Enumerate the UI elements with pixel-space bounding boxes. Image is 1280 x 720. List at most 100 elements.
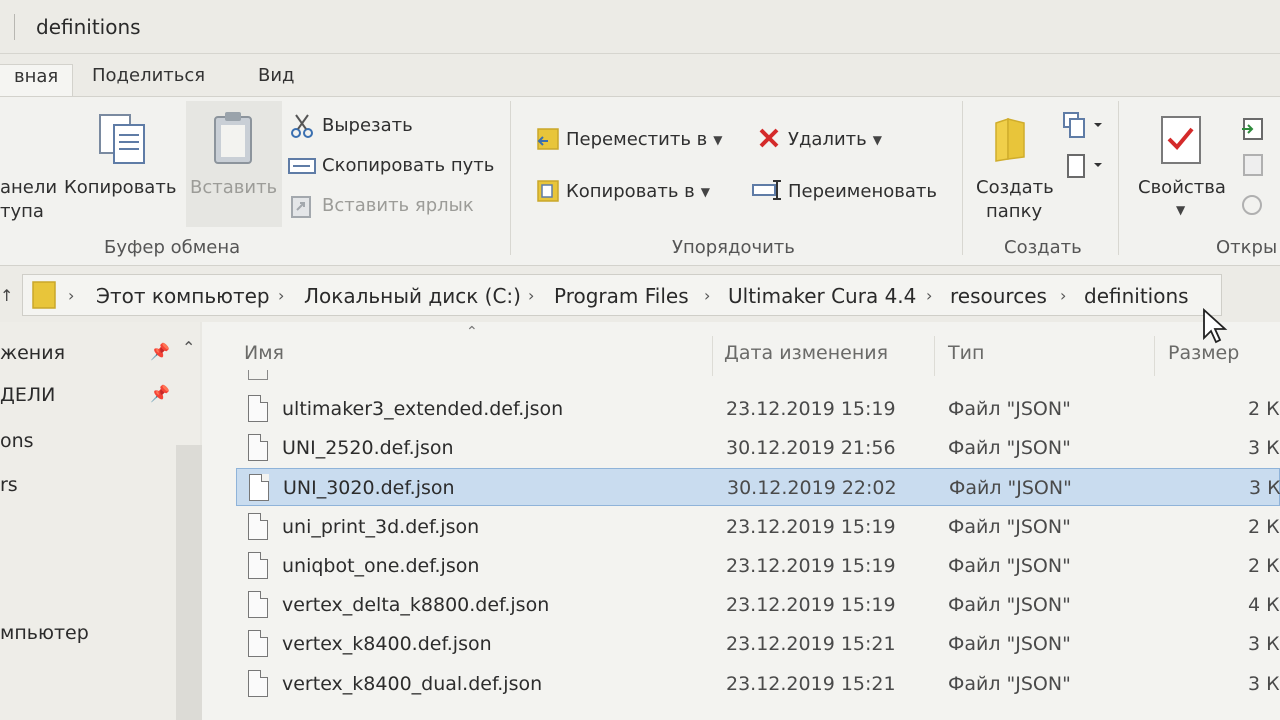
open-icon [1242,118,1263,140]
navigation-pane: жения 📌 ⌃ ДЕЛИ 📌 ons rs мпьютер [0,322,200,720]
file-name: vertex_delta_k8800.def.json [282,594,550,616]
file-date: 23.12.2019 15:19 [726,594,896,616]
copy-to-button[interactable]: Копировать в ▼ [566,181,710,202]
window-title: definitions [36,15,141,39]
file-icon [248,591,268,618]
file-icon [248,513,268,540]
tab-view[interactable]: Вид [244,64,309,96]
column-separator[interactable] [934,336,935,376]
file-size: 2 К [1248,555,1280,577]
chevron-right-icon[interactable]: › [1060,286,1066,305]
tab-home[interactable]: вная [0,64,74,98]
table-row[interactable]: vertex_delta_k8800.def.json 23.12.2019 1… [236,586,1280,624]
folder-icon [32,281,56,309]
breadcrumb-definitions[interactable]: definitions [1084,284,1189,308]
file-date: 30.12.2019 22:02 [727,477,897,499]
edit-icon [1243,154,1263,176]
nav-item-models[interactable]: ДЕЛИ [0,384,55,406]
column-header-type[interactable]: Тип [948,342,984,364]
title-separator [14,14,15,40]
nav-item-this-pc[interactable]: мпьютер [0,622,89,644]
table-row[interactable]: uniqbot_one.def.json 23.12.2019 15:19 Фа… [236,547,1280,585]
delete-x-icon [759,128,779,148]
file-name: uni_print_3d.def.json [282,516,480,538]
file-list: ⌃ Имя Дата изменения Тип Размер ultimake… [202,322,1280,720]
scroll-up-icon[interactable]: ⌃ [182,338,195,357]
clipboard-icon [214,112,252,164]
table-row[interactable]: ultimaker3_extended.def.json 23.12.2019 … [236,390,1280,428]
chevron-right-icon[interactable]: › [704,286,710,305]
nav-item-folder[interactable]: rs [0,474,18,496]
table-row[interactable]: UNI_2520.def.json 30.12.2019 21:56 Файл … [236,429,1280,467]
breadcrumb-local-disk[interactable]: Локальный диск (C:) [304,284,521,308]
table-row[interactable]: vertex_k8400.def.json 23.12.2019 15:21 Ф… [236,625,1280,663]
file-icon [248,630,268,657]
nav-scrollbar[interactable] [176,445,202,720]
file-date: 23.12.2019 15:19 [726,398,896,420]
breadcrumb-this-pc[interactable]: Этот компьютер [96,284,270,308]
column-separator[interactable] [712,336,713,376]
pin-icon[interactable]: 📌 [150,384,170,403]
file-name: UNI_2520.def.json [282,437,454,459]
column-header-name[interactable]: Имя [244,342,284,364]
file-size: 3 К [1248,673,1280,695]
file-type: Файл "JSON" [949,477,1072,499]
new-group-label: Создать [1004,237,1082,258]
file-icon [248,552,268,579]
file-type: Файл "JSON" [948,673,1071,695]
rename-button[interactable]: Переименовать [788,181,937,202]
file-date: 23.12.2019 15:19 [726,516,896,538]
ribbon-separator [1118,101,1119,255]
properties-dropdown-icon[interactable]: ▼ [1176,203,1185,217]
file-date: 30.12.2019 21:56 [726,437,896,459]
file-type: Файл "JSON" [948,555,1071,577]
tab-share[interactable]: Поделиться [78,64,219,96]
file-size: 2 К [1248,516,1280,538]
file-name: uniqbot_one.def.json [282,555,480,577]
copy-icon [99,114,145,164]
title-bar: definitions [0,0,1280,54]
copy-button[interactable]: Копировать [64,177,176,198]
file-type: Файл "JSON" [948,398,1071,420]
chevron-right-icon[interactable]: › [528,286,534,305]
file-icon [248,395,268,422]
breadcrumb-ultimaker-cura[interactable]: Ultimaker Cura 4.4 [728,284,916,308]
file-type: Файл "JSON" [948,633,1071,655]
copy-to-folder-icon [537,180,559,202]
copy-path-button[interactable]: Скопировать путь [322,155,494,176]
file-size: 2 К [1248,398,1280,420]
new-folder-button-line1[interactable]: Создать [976,177,1054,198]
table-row-selected[interactable]: UNI_3020.def.json 30.12.2019 22:02 Файл … [236,468,1280,506]
nav-item-downloads[interactable]: жения [0,342,65,364]
file-size: 3 К [1249,477,1280,499]
table-row[interactable]: vertex_k8400_dual.def.json 23.12.2019 15… [236,665,1280,703]
cut-button[interactable]: Вырезать [322,115,413,136]
open-group-label: Откры [1216,237,1278,258]
nav-item-icons[interactable]: ons [0,430,34,452]
delete-button[interactable]: Удалить ▼ [788,129,882,150]
file-size: 3 К [1248,633,1280,655]
column-separator[interactable] [1154,336,1155,376]
breadcrumb-resources[interactable]: resources [950,284,1047,308]
new-folder-icon [995,117,1025,162]
pin-to-quick-access-label-1[interactable]: анели [0,177,57,198]
pin-to-quick-access-label-2[interactable]: тупа [0,201,44,222]
file-date: 23.12.2019 15:21 [726,633,896,655]
chevron-right-icon[interactable]: › [926,286,932,305]
column-header-date[interactable]: Дата изменения [724,342,888,364]
new-folder-button-line2[interactable]: папку [986,201,1042,222]
chevron-right-icon[interactable]: › [68,286,74,305]
chevron-right-icon[interactable]: › [278,286,284,305]
paste-shortcut-icon [291,196,311,218]
new-item-icon [1063,112,1102,138]
easy-access-icon [1067,154,1102,178]
breadcrumb-program-files[interactable]: Program Files [554,284,689,308]
file-name: vertex_k8400_dual.def.json [282,673,543,695]
table-row[interactable]: uni_print_3d.def.json 23.12.2019 15:19 Ф… [236,508,1280,546]
move-to-button[interactable]: Переместить в ▼ [566,129,723,150]
file-type: Файл "JSON" [948,516,1071,538]
properties-button[interactable]: Свойства [1138,177,1226,198]
scissors-icon [291,114,313,138]
pin-icon[interactable]: 📌 [150,342,170,361]
up-arrow-icon[interactable]: ↑ [0,286,13,305]
